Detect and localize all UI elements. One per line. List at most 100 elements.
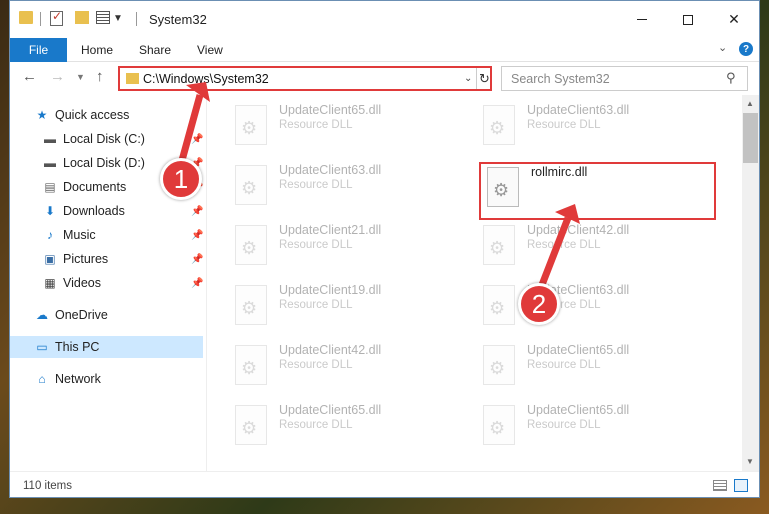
- pin-icon[interactable]: 📌: [191, 278, 203, 289]
- customize-toolbar-dropdown-icon[interactable]: ▼: [113, 13, 123, 31]
- sidebar-item-label: Videos: [63, 276, 101, 290]
- item-count: 110 items: [23, 480, 73, 492]
- maximize-icon: [683, 14, 693, 25]
- ribbon-tabs: File Home Share View ⌄ ?: [10, 38, 759, 62]
- details-view-icon[interactable]: [713, 480, 727, 491]
- file-item[interactable]: UpdateClient21.dll Resource DLL: [235, 223, 475, 273]
- pin-icon[interactable]: 📌: [191, 230, 203, 241]
- sidebar-item-downloads[interactable]: ⬇ Downloads 📌: [10, 200, 203, 222]
- sidebar-item-network[interactable]: ⌂ Network: [10, 368, 203, 390]
- file-type: Resource DLL: [527, 419, 601, 431]
- sidebar-item-videos[interactable]: ▦ Videos 📌: [10, 272, 203, 294]
- maximize-button[interactable]: [665, 1, 711, 38]
- new-folder-icon[interactable]: [75, 11, 89, 24]
- pin-icon[interactable]: 📌: [191, 206, 203, 217]
- music-icon: ♪: [47, 228, 53, 242]
- scroll-up-icon[interactable]: ▲: [746, 99, 754, 108]
- file-item[interactable]: UpdateClient63.dll Resource DLL: [483, 103, 723, 153]
- pin-icon[interactable]: 📌: [191, 134, 203, 145]
- file-item[interactable]: UpdateClient65.dll Resource DLL: [235, 103, 475, 153]
- dll-file-icon: [483, 225, 515, 265]
- file-name: UpdateClient19.dll: [279, 283, 382, 297]
- sidebar-item-label: Downloads: [63, 204, 125, 218]
- file-type: Resource DLL: [527, 359, 601, 371]
- forward-arrow-icon[interactable]: →: [50, 68, 65, 85]
- sidebar-item-music[interactable]: ♪ Music 📌: [10, 224, 203, 246]
- sidebar-item-label: Music: [63, 228, 96, 242]
- file-name: UpdateClient65.dll: [279, 403, 382, 417]
- dll-file-icon: [235, 345, 267, 385]
- sidebar-item-local-disk-c[interactable]: ▬ Local Disk (C:) 📌: [10, 128, 203, 150]
- cloud-icon: ☁: [36, 308, 48, 322]
- file-name: UpdateClient65.dll: [527, 403, 630, 417]
- dll-file-icon: [483, 405, 515, 445]
- scroll-down-icon[interactable]: ▼: [746, 457, 754, 466]
- window-title: System32: [149, 12, 207, 27]
- search-input[interactable]: Search System32 ⚲: [501, 66, 748, 91]
- properties-check-icon[interactable]: [50, 9, 63, 26]
- file-name: UpdateClient65.dll: [527, 343, 630, 357]
- address-dropdown-icon[interactable]: ⌄: [464, 73, 472, 84]
- address-path[interactable]: C:\Windows\System32: [143, 72, 269, 86]
- drive-icon: ▬: [44, 132, 56, 146]
- callout-badge-1: 1: [160, 158, 202, 200]
- file-name: UpdateClient65.dll: [279, 103, 382, 117]
- sidebar-item-label: Pictures: [63, 252, 109, 266]
- star-icon: ★: [36, 108, 48, 122]
- sidebar-item-this-pc[interactable]: ▭ This PC: [10, 336, 203, 358]
- callout-badge-2: 2: [518, 283, 560, 325]
- sidebar-item-label: Documents: [63, 180, 127, 194]
- file-type: Resource DLL: [527, 239, 601, 251]
- help-icon[interactable]: ?: [739, 42, 753, 56]
- tab-file[interactable]: File: [10, 38, 67, 62]
- videos-icon: ▦: [44, 276, 56, 290]
- folder-icon: [126, 73, 139, 84]
- file-item[interactable]: UpdateClient65.dll Resource DLL: [235, 403, 475, 453]
- file-item[interactable]: UpdateClient42.dll Resource DLL: [483, 223, 723, 273]
- pictures-icon: ▣: [44, 252, 56, 266]
- minimize-button[interactable]: [619, 1, 665, 38]
- file-item[interactable]: UpdateClient65.dll Resource DLL: [483, 343, 723, 393]
- pin-icon[interactable]: 📌: [191, 254, 203, 265]
- refresh-icon[interactable]: ↻: [476, 68, 492, 89]
- rollmirc-highlight-box: [479, 162, 716, 220]
- properties-icon[interactable]: [96, 11, 110, 24]
- search-icon[interactable]: ⚲: [726, 70, 736, 86]
- download-icon: ⬇: [44, 204, 56, 218]
- recent-locations-dropdown-icon[interactable]: ▼: [76, 72, 85, 82]
- dll-file-icon: [483, 105, 515, 145]
- back-arrow-icon[interactable]: ←: [22, 68, 37, 85]
- dll-file-icon: [235, 165, 267, 205]
- tab-home[interactable]: Home: [81, 43, 113, 57]
- documents-icon: ▤: [44, 180, 56, 194]
- file-type: Resource DLL: [279, 359, 353, 371]
- sidebar-item-onedrive[interactable]: ☁ OneDrive: [10, 304, 203, 326]
- sidebar-item-label: This PC: [55, 340, 100, 354]
- search-placeholder: Search System32: [511, 72, 610, 86]
- tab-share[interactable]: Share: [139, 43, 171, 57]
- tab-view[interactable]: View: [197, 43, 223, 57]
- file-type: Resource DLL: [279, 179, 353, 191]
- title-bar: ▼ System32 ✕: [10, 1, 759, 38]
- dll-file-icon: [235, 405, 267, 445]
- expand-ribbon-chevron-icon[interactable]: ⌄: [718, 41, 727, 54]
- file-type: Resource DLL: [279, 119, 353, 131]
- address-bar[interactable]: C:\Windows\System32 ⌄ ↻: [118, 66, 492, 91]
- file-item[interactable]: UpdateClient19.dll Resource DLL: [235, 283, 475, 333]
- sidebar-item-pictures[interactable]: ▣ Pictures 📌: [10, 248, 203, 270]
- folder-icon[interactable]: [19, 11, 33, 24]
- large-icons-view-icon[interactable]: [734, 479, 748, 492]
- sidebar-item-label: Local Disk (C:): [63, 132, 145, 146]
- navigation-pane: ★ Quick access ▬ Local Disk (C:) 📌 ▬ Loc…: [10, 95, 207, 471]
- up-arrow-icon[interactable]: ↑: [96, 68, 104, 85]
- vertical-scrollbar[interactable]: ▲ ▼: [742, 95, 759, 471]
- sidebar-item-label: OneDrive: [55, 308, 108, 322]
- file-item[interactable]: UpdateClient65.dll Resource DLL: [483, 403, 723, 453]
- close-button[interactable]: ✕: [711, 1, 757, 38]
- file-item[interactable]: UpdateClient63.dll Resource DLL: [235, 163, 475, 213]
- file-item[interactable]: UpdateClient42.dll Resource DLL: [235, 343, 475, 393]
- file-name: UpdateClient63.dll: [279, 163, 382, 177]
- file-name: UpdateClient63.dll: [527, 103, 630, 117]
- scroll-thumb[interactable]: [743, 113, 758, 163]
- sidebar-item-quick-access[interactable]: ★ Quick access: [10, 104, 203, 126]
